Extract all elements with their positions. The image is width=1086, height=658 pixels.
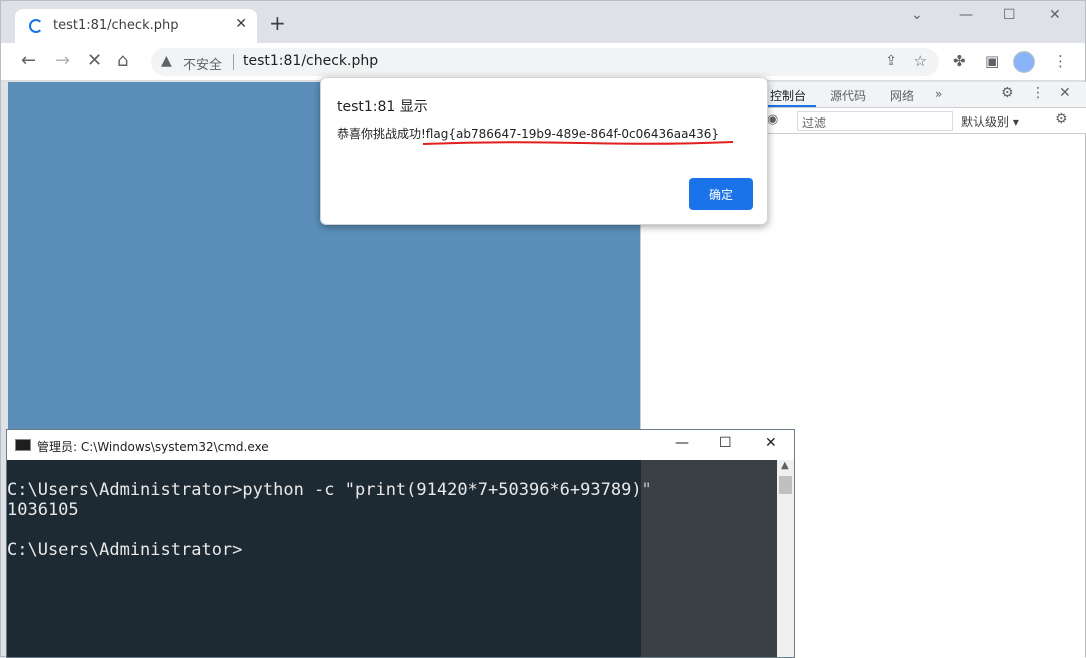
address-bar[interactable]: ▲ 不安全 test1:81/check.php ⇪ ☆ bbox=[151, 48, 939, 76]
divider bbox=[233, 54, 234, 70]
menu-kebab-icon[interactable]: ⋮ bbox=[1053, 52, 1068, 70]
close-window-button[interactable]: ✕ bbox=[1049, 7, 1061, 23]
tab-search-icon[interactable]: ⌄ bbox=[911, 7, 923, 23]
maximize-button[interactable]: ☐ bbox=[1003, 7, 1016, 23]
filter-input[interactable]: 过滤 bbox=[797, 111, 953, 131]
share-icon[interactable]: ⇪ bbox=[885, 53, 897, 69]
warning-icon: ▲ bbox=[161, 53, 172, 69]
cmd-close-button[interactable]: ✕ bbox=[765, 435, 777, 451]
minimize-button[interactable]: — bbox=[959, 7, 973, 23]
side-panel-icon[interactable]: ▣ bbox=[985, 52, 999, 70]
tab-title: test1:81/check.php bbox=[53, 18, 179, 33]
tab-network[interactable]: 网络 bbox=[890, 87, 914, 104]
extensions-icon[interactable]: ✤ bbox=[953, 52, 966, 70]
browser-toolbar: ← → ✕ ⌂ ▲ 不安全 test1:81/check.php ⇪ ☆ ✤ ▣… bbox=[1, 43, 1085, 81]
cmd-titlebar: 管理员: C:\Windows\system32\cmd.exe — ☐ ✕ bbox=[7, 430, 794, 460]
dialog-title: test1:81 显示 bbox=[337, 99, 428, 115]
log-level-dropdown[interactable]: 默认级别 ▾ bbox=[961, 113, 1019, 130]
devtools-menu-icon[interactable]: ⋮ bbox=[1031, 85, 1045, 101]
cmd-line: C:\Users\Administrator>python -c "print(… bbox=[7, 480, 652, 500]
cmd-line: 1036105 bbox=[7, 500, 79, 520]
devtools-close-icon[interactable]: ✕ bbox=[1059, 85, 1071, 101]
url-text[interactable]: test1:81/check.php bbox=[243, 53, 378, 69]
close-tab-icon[interactable]: ✕ bbox=[235, 16, 247, 32]
active-tab-indicator bbox=[764, 105, 816, 107]
cmd-console-output[interactable]: C:\Users\Administrator>python -c "print(… bbox=[7, 460, 777, 657]
new-tab-button[interactable]: + bbox=[269, 13, 286, 33]
browser-window: test1:81/check.php ✕ + ⌄ — ☐ ✕ ← → ✕ ⌂ ▲… bbox=[0, 0, 1086, 658]
cmd-app-icon bbox=[15, 439, 31, 451]
eye-icon[interactable]: ◉ bbox=[767, 112, 778, 127]
cmd-window: 管理员: C:\Windows\system32\cmd.exe — ☐ ✕ C… bbox=[6, 429, 795, 658]
more-tabs-icon[interactable]: » bbox=[935, 87, 942, 101]
back-button[interactable]: ← bbox=[21, 51, 36, 71]
forward-button[interactable]: → bbox=[55, 51, 70, 71]
cmd-scrollbar[interactable]: ▲ bbox=[777, 460, 794, 657]
tab-strip: test1:81/check.php ✕ + ⌄ — ☐ ✕ bbox=[1, 1, 1085, 43]
settings-gear-icon[interactable]: ⚙ bbox=[1001, 85, 1014, 101]
scroll-up-icon[interactable]: ▲ bbox=[781, 460, 789, 471]
alert-dialog: test1:81 显示 恭喜你挑战成功!flag{ab786647-19b9-4… bbox=[320, 77, 768, 225]
loading-spinner-icon bbox=[29, 19, 43, 33]
cmd-line: C:\Users\Administrator> bbox=[7, 540, 243, 560]
stop-loading-button[interactable]: ✕ bbox=[87, 51, 102, 71]
console-settings-icon[interactable]: ⚙ bbox=[1055, 111, 1068, 127]
red-underline-annotation bbox=[422, 141, 734, 145]
cmd-selection-overlay bbox=[641, 460, 777, 657]
home-button[interactable]: ⌂ bbox=[117, 51, 128, 71]
security-label[interactable]: 不安全 bbox=[183, 54, 222, 73]
avatar[interactable] bbox=[1013, 51, 1035, 73]
bookmark-star-icon[interactable]: ☆ bbox=[914, 52, 927, 70]
cmd-title-text: 管理员: C:\Windows\system32\cmd.exe bbox=[37, 440, 269, 454]
cmd-maximize-button[interactable]: ☐ bbox=[719, 435, 732, 451]
scroll-thumb[interactable] bbox=[779, 476, 792, 494]
tab-sources[interactable]: 源代码 bbox=[830, 87, 866, 104]
ok-button[interactable]: 确定 bbox=[689, 178, 753, 210]
browser-tab[interactable]: test1:81/check.php ✕ bbox=[15, 9, 257, 43]
tab-console[interactable]: 控制台 bbox=[770, 87, 806, 104]
cmd-minimize-button[interactable]: — bbox=[675, 435, 689, 451]
